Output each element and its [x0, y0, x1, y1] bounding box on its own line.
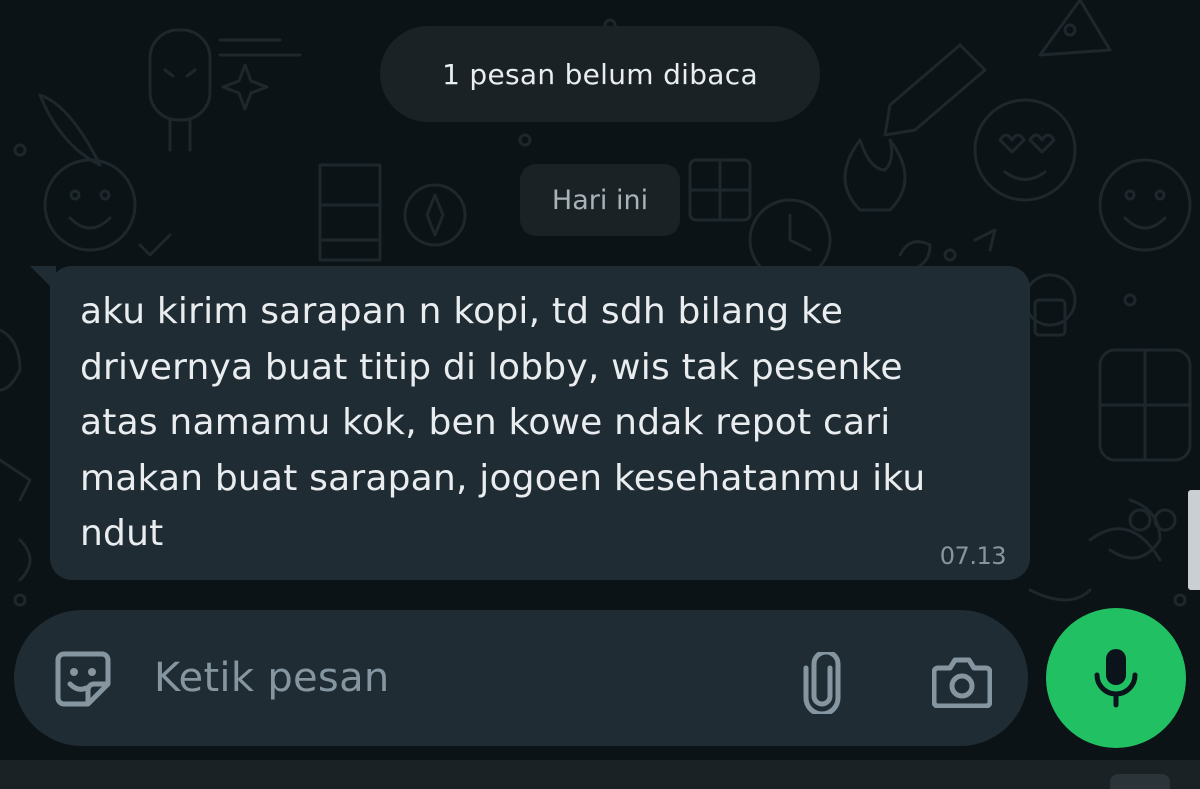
date-divider-label: Hari ini [551, 184, 649, 216]
microphone-icon [1094, 649, 1138, 708]
system-navigation-bar [0, 760, 1200, 789]
message-composer: Ketik pesan [14, 610, 1028, 746]
voice-record-button[interactable] [1046, 608, 1186, 748]
camera-icon[interactable] [932, 656, 992, 708]
navigation-handle[interactable] [1110, 774, 1170, 789]
paperclip-icon[interactable] [802, 652, 842, 714]
scroll-indicator[interactable] [1188, 490, 1200, 590]
message-text: aku kirim sarapan n kopi, td sdh bilang … [80, 291, 926, 554]
chat-screen: 1 pesan belum dibaca Hari ini aku kirim … [0, 0, 1200, 789]
message-timestamp: 07.13 [939, 542, 1007, 570]
sticker-icon[interactable] [54, 650, 112, 708]
message-input[interactable]: Ketik pesan [154, 650, 390, 706]
unread-messages-label: 1 pesan belum dibaca [442, 57, 758, 91]
unread-messages-banner: 1 pesan belum dibaca [380, 26, 820, 122]
date-divider: Hari ini [520, 164, 680, 236]
incoming-message-bubble[interactable]: aku kirim sarapan n kopi, td sdh bilang … [50, 266, 1030, 580]
